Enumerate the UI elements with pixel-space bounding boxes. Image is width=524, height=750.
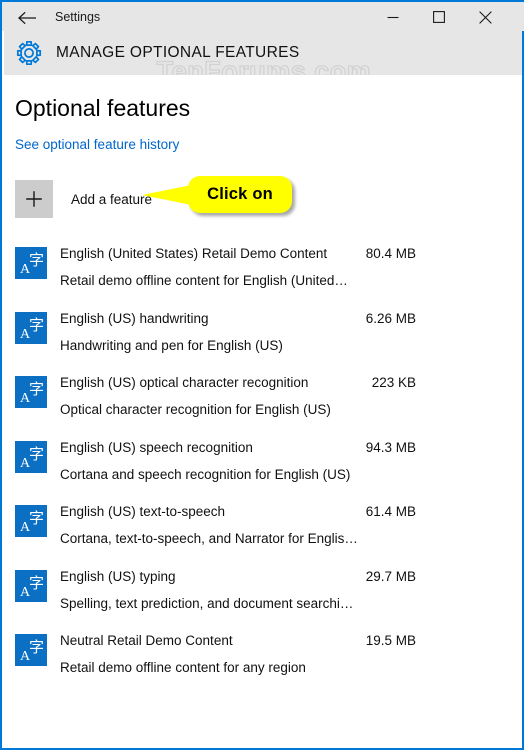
feature-size: 80.4 MB [365, 246, 416, 261]
language-pack-icon: A字 [15, 634, 47, 666]
feature-size: 19.5 MB [365, 633, 416, 648]
language-pack-icon: A字 [15, 440, 47, 473]
feature-list-item[interactable]: A 字 English (US) handwriting 6.26 MB Handwri… [4, 308, 522, 373]
window-title: Settings [55, 10, 101, 24]
title-bar: Settings [2, 0, 524, 31]
feature-list-item[interactable]: A 字 English (US) text-to-speech 61.4 MB Cort… [4, 501, 522, 566]
add-a-feature-button[interactable]: Add a feature [15, 180, 152, 218]
feature-description: Retail demo offline content for English … [60, 273, 348, 288]
feature-size: 29.7 MB [365, 568, 416, 584]
svg-text:字: 字 [29, 251, 44, 269]
plus-icon[interactable] [15, 180, 53, 218]
feature-list-item[interactable]: A 字 Neutral Retail Demo Content 19.5 MB Reta… [4, 630, 522, 695]
feature-description: Spelling, text prediction, and document … [60, 595, 354, 611]
feature-size: 223 KB [371, 375, 416, 390]
see-optional-feature-history-link[interactable]: See optional feature history [15, 137, 179, 152]
svg-text:字: 字 [29, 316, 44, 334]
back-button[interactable] [10, 4, 44, 32]
feature-name: Neutral Retail Demo Content [60, 633, 233, 648]
feature-list-item[interactable]: A 字 English (United States) Retail Demo Co… [4, 243, 522, 308]
feature-size: 61.4 MB [365, 504, 416, 519]
svg-text:字: 字 [29, 509, 44, 527]
feature-description: Cortana and speech recognition for Engli… [60, 466, 351, 482]
svg-text:字: 字 [29, 380, 44, 398]
language-pack-icon: A字 [15, 311, 47, 344]
language-pack-icon: A字 [15, 376, 47, 408]
feature-description: Handwriting and pen for English (US) [60, 337, 283, 353]
language-pack-icon: A字 [15, 569, 47, 602]
feature-name: English (US) typing [60, 568, 176, 584]
feature-name: English (US) speech recognition [60, 439, 253, 455]
feature-description: Cortana, text-to-speech, and Narrator fo… [60, 531, 358, 546]
feature-description: Optical character recognition for Englis… [60, 402, 331, 417]
feature-name: English (US) handwriting [60, 310, 209, 326]
close-button[interactable] [462, 2, 508, 32]
feature-list-item[interactable]: A 字 English (US) typing 29.7 MB Spelling, te… [4, 566, 522, 631]
language-pack-icon: A字 [15, 505, 47, 537]
svg-text:字: 字 [29, 574, 44, 592]
feature-description: Retail demo offline content for any regi… [60, 660, 306, 675]
feature-list-item[interactable]: A 字 English (US) speech recognition 94.3 MB… [4, 437, 522, 502]
close-icon [478, 10, 492, 24]
maximize-icon [433, 11, 445, 23]
gear-icon [16, 40, 42, 66]
svg-text:字: 字 [29, 445, 44, 463]
minimize-icon [387, 11, 399, 23]
feature-list-item[interactable]: A 字 English (US) optical character recogni… [4, 372, 522, 437]
add-a-feature-label: Add a feature [71, 191, 153, 207]
minimize-button[interactable] [370, 2, 416, 32]
settings-window: Settings MANAGE OPTIONAL FEATURES Option… [0, 0, 524, 750]
feature-size: 6.26 MB [365, 310, 416, 326]
feature-name: English (United States) Retail Demo Cont… [60, 246, 328, 261]
back-arrow-icon [17, 11, 37, 25]
page-header-title: MANAGE OPTIONAL FEATURES [56, 44, 300, 61]
feature-name: English (US) text-to-speech [60, 504, 226, 519]
page-header-band: MANAGE OPTIONAL FEATURES [4, 31, 522, 75]
feature-name: English (US) optical character recogniti… [60, 375, 309, 390]
language-pack-icon: A字 [15, 247, 47, 279]
optional-features-list: A 字 English (United States) Retail Demo Co… [4, 243, 522, 695]
content-area: Optional features See optional feature h… [4, 75, 522, 748]
maximize-button[interactable] [416, 2, 462, 32]
svg-text:字: 字 [29, 638, 44, 656]
page-title: Optional features [15, 95, 191, 121]
feature-size: 94.3 MB [365, 439, 416, 455]
